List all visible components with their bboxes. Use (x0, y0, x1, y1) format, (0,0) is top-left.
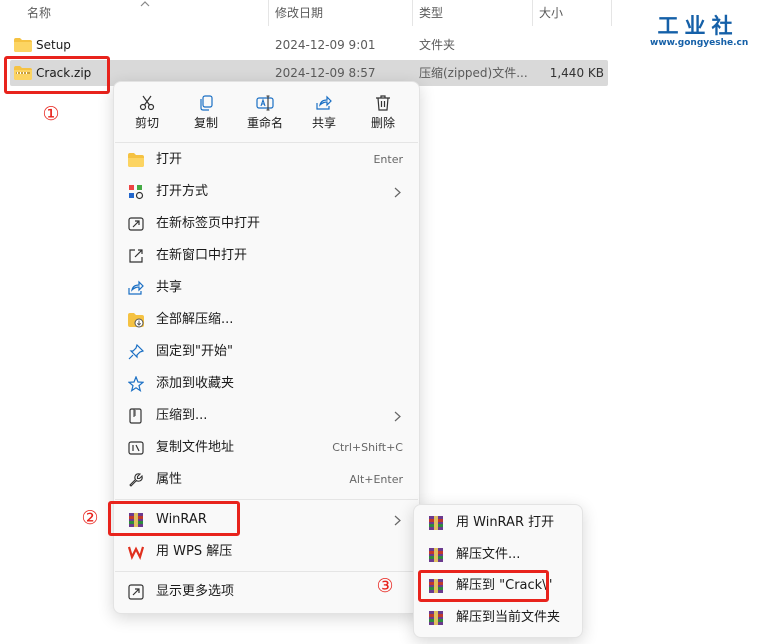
logo-url: www.gongyeshe.cn (650, 38, 749, 48)
cut-button[interactable]: 剪切 (118, 90, 176, 142)
extract-all-icon (128, 313, 144, 328)
menu-item-shortcut: Alt+Enter (349, 473, 403, 486)
menu-item-label: 显示更多选项 (156, 584, 235, 599)
column-divider[interactable] (532, 0, 533, 26)
menu-item-compress-to[interactable]: 压缩到... (118, 401, 417, 431)
share-button[interactable]: 共享 (295, 90, 353, 142)
copy-path-icon (128, 441, 144, 455)
highlight-box-extract-to (418, 570, 549, 602)
submenu-label: 解压到当前文件夹 (456, 610, 561, 625)
column-divider[interactable] (611, 0, 612, 26)
step-marker-3: ③ (376, 575, 394, 597)
menu-item-wps-extract[interactable]: 用 WPS 解压 (118, 537, 417, 567)
menu-item-label: 复制文件地址 (156, 440, 235, 455)
menu-item-open[interactable]: 打开 Enter (118, 145, 417, 175)
step-marker-2: ② (81, 507, 99, 529)
new-tab-icon (128, 217, 144, 231)
menu-item-pin-to-start[interactable]: 固定到"开始" (118, 337, 417, 367)
compress-icon (129, 408, 142, 424)
copy-button[interactable]: 复制 (177, 90, 235, 142)
menu-item-label: 用 WPS 解压 (156, 544, 233, 559)
menu-divider (115, 499, 418, 500)
copy-icon (200, 95, 213, 111)
logo-title: 工业社 (657, 13, 739, 38)
column-type[interactable]: 类型 (419, 0, 443, 26)
menu-item-label: 共享 (156, 280, 183, 295)
menu-item-shortcut: Enter (373, 153, 403, 166)
winrar-icon (429, 611, 443, 625)
highlight-box-file (4, 56, 110, 94)
open-with-icon (129, 185, 144, 200)
menu-divider (115, 142, 418, 143)
copy-label: 复制 (193, 116, 218, 130)
menu-item-shortcut: Ctrl+Shift+C (332, 441, 403, 454)
open-folder-icon (128, 153, 144, 167)
menu-item-label: 属性 (156, 472, 183, 487)
file-size: 1,440 KB (549, 66, 604, 80)
file-row-setup[interactable]: Setup 2024-12-09 9:01 文件夹 (10, 32, 608, 58)
share-icon (316, 95, 332, 110)
folder-icon (14, 38, 32, 52)
menu-item-open-with[interactable]: 打开方式 (118, 177, 417, 207)
file-name: Setup (36, 38, 71, 52)
winrar-icon (429, 548, 443, 562)
column-name[interactable]: 名称 (27, 0, 51, 26)
column-divider[interactable] (268, 0, 269, 26)
step-marker-1: ① (42, 103, 60, 125)
menu-item-open-new-window[interactable]: 在新窗口中打开 (118, 241, 417, 271)
share-icon (128, 280, 144, 295)
sort-up-icon (140, 1, 150, 7)
menu-item-extract-all[interactable]: 全部解压缩... (118, 305, 417, 335)
column-divider[interactable] (412, 0, 413, 26)
menu-item-label: 固定到"开始" (156, 344, 233, 359)
star-icon (128, 376, 144, 392)
menu-item-label: 打开 (156, 152, 183, 167)
more-options-icon (128, 584, 144, 600)
file-type: 压缩(zipped)文件... (419, 66, 528, 80)
scissors-icon (139, 95, 155, 111)
menu-item-open-new-tab[interactable]: 在新标签页中打开 (118, 209, 417, 239)
menu-item-label: 全部解压缩... (156, 312, 234, 327)
site-logo: 工业社 www.gongyeshe.cn (650, 10, 749, 48)
rename-label: 重命名 (246, 116, 283, 130)
wrench-icon (129, 473, 143, 487)
chevron-right-icon (394, 411, 401, 422)
menu-item-label: 在新标签页中打开 (156, 216, 261, 231)
menu-item-label: 在新窗口中打开 (156, 248, 248, 263)
share-label: 共享 (311, 116, 336, 130)
submenu-label: 用 WinRAR 打开 (456, 515, 555, 530)
menu-item-label: 压缩到... (156, 408, 208, 423)
chevron-right-icon (394, 515, 401, 526)
rename-icon (256, 95, 274, 111)
menu-item-label: 添加到收藏夹 (156, 376, 235, 391)
cut-label: 剪切 (134, 116, 159, 130)
menu-item-share[interactable]: 共享 (118, 273, 417, 303)
trash-icon (376, 95, 390, 111)
winrar-icon (429, 516, 443, 530)
submenu-label: 解压文件... (456, 547, 521, 562)
menu-item-copy-path[interactable]: 复制文件地址 Ctrl+Shift+C (118, 433, 417, 463)
submenu-extract-here[interactable]: 解压到当前文件夹 (418, 603, 580, 633)
file-date: 2024-12-09 9:01 (275, 38, 376, 52)
pin-icon (128, 344, 144, 360)
wps-icon (128, 546, 144, 560)
new-window-icon (129, 249, 143, 263)
submenu-open-with-winrar[interactable]: 用 WinRAR 打开 (418, 508, 580, 538)
column-size[interactable]: 大小 (539, 0, 563, 26)
delete-label: 删除 (370, 116, 395, 130)
menu-divider (115, 571, 418, 572)
submenu-extract-files[interactable]: 解压文件... (418, 540, 580, 570)
column-header: 名称 修改日期 类型 大小 (0, 0, 612, 26)
file-type: 文件夹 (419, 38, 456, 52)
delete-button[interactable]: 删除 (354, 90, 412, 142)
menu-item-label: 打开方式 (156, 184, 209, 199)
column-date[interactable]: 修改日期 (275, 0, 323, 26)
chevron-right-icon (394, 187, 401, 198)
menu-item-add-favorite[interactable]: 添加到收藏夹 (118, 369, 417, 399)
menu-item-properties[interactable]: 属性 Alt+Enter (118, 465, 417, 495)
rename-button[interactable]: 重命名 (236, 90, 294, 142)
highlight-box-winrar (108, 501, 240, 536)
